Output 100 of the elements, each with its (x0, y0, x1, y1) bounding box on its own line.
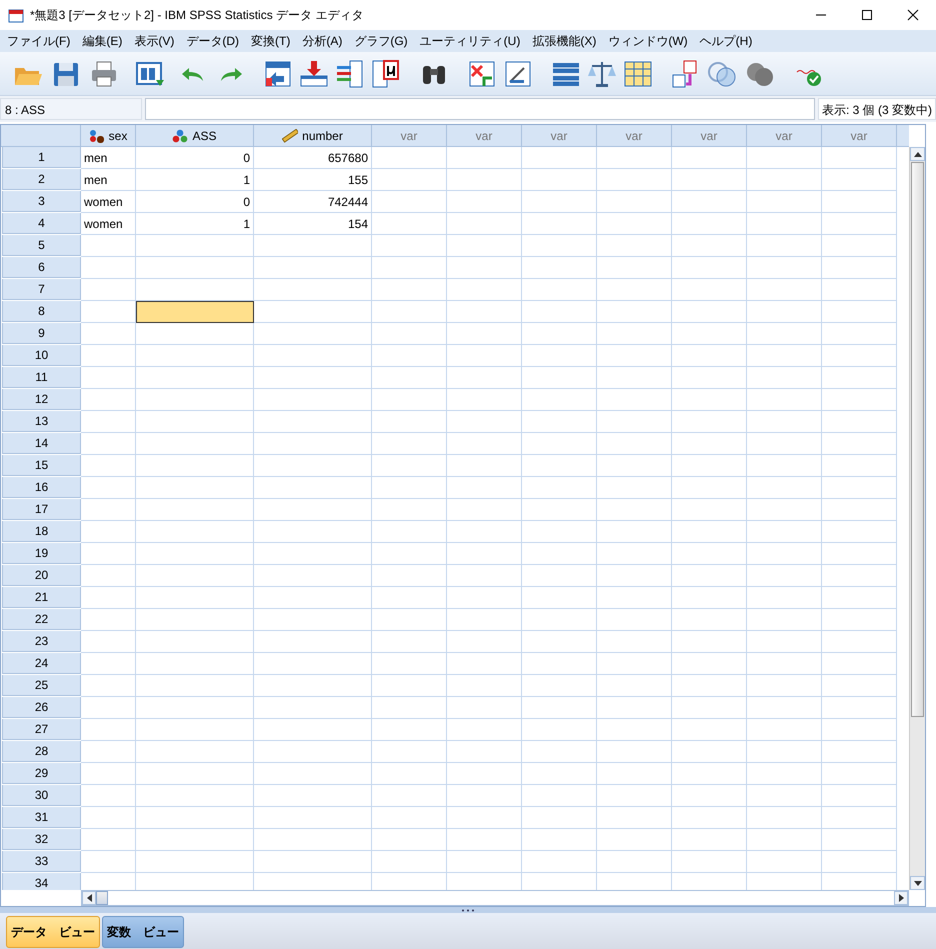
table-cell[interactable]: 1 (136, 213, 254, 235)
table-cell[interactable] (522, 235, 597, 257)
table-cell[interactable] (597, 807, 672, 829)
table-cell[interactable] (522, 807, 597, 829)
table-cell[interactable] (597, 521, 672, 543)
table-cell[interactable] (136, 763, 254, 785)
table-cell[interactable] (81, 763, 136, 785)
table-cell[interactable] (254, 653, 372, 675)
table-cell[interactable] (747, 785, 822, 807)
table-cell[interactable] (597, 345, 672, 367)
table-cell[interactable] (447, 147, 522, 169)
table-cell[interactable] (522, 367, 597, 389)
table-cell[interactable] (372, 785, 447, 807)
table-cell[interactable] (447, 455, 522, 477)
table-cell[interactable] (672, 477, 747, 499)
table-cell[interactable] (597, 499, 672, 521)
table-cell[interactable] (672, 609, 747, 631)
table-cell[interactable] (254, 521, 372, 543)
table-cell[interactable] (136, 235, 254, 257)
column-header[interactable]: ASS (136, 125, 254, 147)
table-cell[interactable] (747, 367, 822, 389)
table-cell[interactable] (372, 433, 447, 455)
row-number[interactable]: 32 (2, 829, 81, 850)
menu-item[interactable]: 分析(A) (299, 30, 352, 52)
table-cell[interactable] (822, 323, 897, 345)
table-cell[interactable] (597, 191, 672, 213)
table-cell[interactable] (522, 323, 597, 345)
table-cell[interactable] (447, 719, 522, 741)
scroll-thumb[interactable] (96, 891, 108, 905)
table-cell[interactable] (822, 455, 897, 477)
table-cell[interactable] (81, 389, 136, 411)
table-cell[interactable] (597, 675, 672, 697)
table-cell[interactable] (672, 741, 747, 763)
scroll-up-icon[interactable] (914, 152, 922, 156)
table-cell[interactable] (522, 191, 597, 213)
table-cell[interactable] (254, 367, 372, 389)
menu-item[interactable]: グラフ(G) (351, 30, 417, 52)
table-cell[interactable] (447, 301, 522, 323)
table-cell[interactable] (447, 499, 522, 521)
table-cell[interactable] (822, 587, 897, 609)
scroll-down-icon[interactable] (914, 880, 922, 886)
table-cell[interactable] (81, 587, 136, 609)
table-cell[interactable] (372, 675, 447, 697)
table-cell[interactable] (136, 829, 254, 851)
table-cell[interactable] (597, 169, 672, 191)
row-number[interactable]: 24 (2, 653, 81, 674)
table-cell[interactable] (254, 851, 372, 873)
table-cell[interactable] (822, 147, 897, 169)
table-cell[interactable] (136, 741, 254, 763)
table-cell[interactable] (372, 169, 447, 191)
table-cell[interactable] (672, 389, 747, 411)
table-cell[interactable] (522, 609, 597, 631)
table-cell[interactable] (447, 411, 522, 433)
table-cell[interactable] (81, 433, 136, 455)
table-cell[interactable] (447, 389, 522, 411)
table-cell[interactable] (597, 609, 672, 631)
table-cell[interactable] (672, 565, 747, 587)
table-cell[interactable] (747, 653, 822, 675)
table-cell[interactable] (372, 543, 447, 565)
table-cell[interactable] (672, 411, 747, 433)
table-cell[interactable] (597, 213, 672, 235)
table-cell[interactable] (672, 631, 747, 653)
column-header[interactable]: number (254, 125, 372, 147)
table-cell[interactable] (447, 191, 522, 213)
table-cell[interactable] (672, 323, 747, 345)
table-cell[interactable] (254, 807, 372, 829)
view-tab[interactable]: 変数 ビュー (102, 916, 184, 948)
table-cell[interactable] (597, 147, 672, 169)
table-cell[interactable] (522, 829, 597, 851)
table-cell[interactable] (372, 851, 447, 873)
table-cell[interactable] (372, 697, 447, 719)
table-cell[interactable] (597, 653, 672, 675)
table-cell[interactable] (81, 367, 136, 389)
table-cell[interactable] (372, 587, 447, 609)
table-cell[interactable] (372, 367, 447, 389)
table-cell[interactable] (822, 213, 897, 235)
table-cell[interactable] (822, 367, 897, 389)
table-cell[interactable] (822, 169, 897, 191)
table-cell[interactable] (597, 323, 672, 345)
table-cell[interactable] (747, 235, 822, 257)
table-cell[interactable] (254, 829, 372, 851)
table-cell[interactable] (372, 279, 447, 301)
row-number[interactable]: 29 (2, 763, 81, 784)
table-cell[interactable] (597, 433, 672, 455)
table-cell[interactable] (81, 477, 136, 499)
table-cell[interactable] (447, 257, 522, 279)
table-cell[interactable] (372, 829, 447, 851)
table-cell[interactable] (597, 235, 672, 257)
table-cell[interactable]: 1 (136, 169, 254, 191)
table-cell[interactable] (747, 719, 822, 741)
row-number[interactable]: 11 (2, 367, 81, 388)
menu-item[interactable]: 編集(E) (79, 30, 132, 52)
table-cell[interactable] (747, 741, 822, 763)
table-cell[interactable] (81, 675, 136, 697)
table-cell[interactable] (822, 763, 897, 785)
table-cell[interactable] (447, 807, 522, 829)
row-number[interactable]: 5 (2, 235, 81, 256)
table-cell[interactable] (254, 763, 372, 785)
table-cell[interactable] (81, 697, 136, 719)
table-cell[interactable] (372, 235, 447, 257)
